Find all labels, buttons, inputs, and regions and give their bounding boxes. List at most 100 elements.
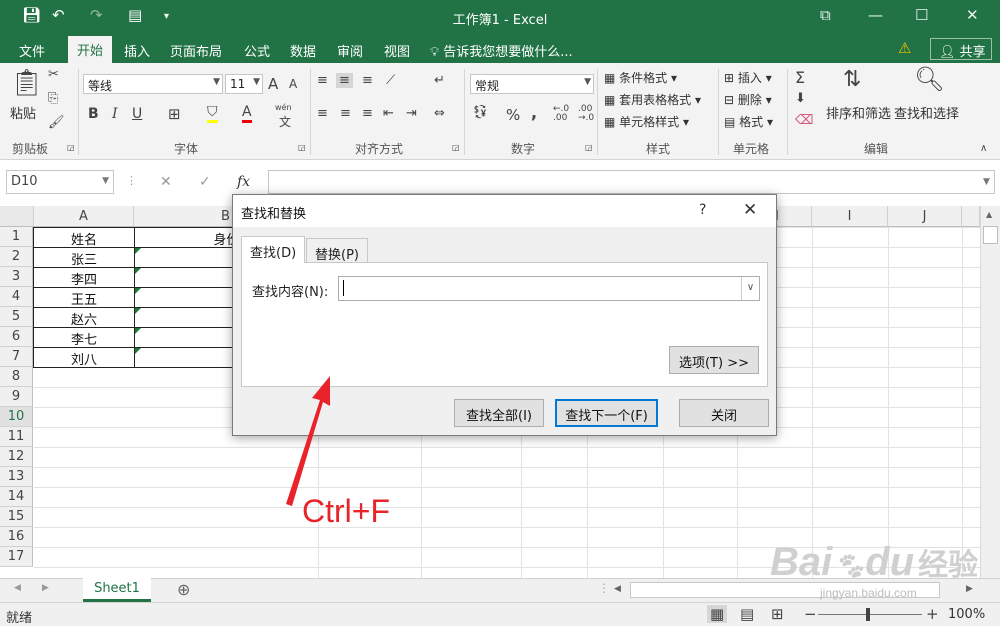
italic-button[interactable]: I bbox=[112, 106, 118, 122]
tab-file[interactable]: 文件 bbox=[19, 41, 45, 60]
cell-a1[interactable]: 姓名 bbox=[34, 227, 134, 248]
sort-filter-icon[interactable]: ⇅ bbox=[843, 67, 861, 92]
row-header[interactable]: 15 bbox=[0, 507, 33, 527]
row-header[interactable]: 9 bbox=[0, 387, 33, 407]
font-name-combo[interactable]: 等线 ▼ bbox=[83, 74, 223, 94]
row-header[interactable]: 16 bbox=[0, 527, 33, 547]
increase-indent-icon[interactable]: ⇥ bbox=[406, 106, 417, 121]
cancel-formula-icon[interactable]: ✕ bbox=[160, 174, 172, 190]
enter-formula-icon[interactable]: ✓ bbox=[199, 174, 211, 190]
grow-font-icon[interactable]: A bbox=[268, 75, 278, 93]
align-left-icon[interactable]: ≡ bbox=[317, 106, 328, 121]
maximize-icon[interactable]: ☐ bbox=[915, 6, 928, 24]
align-center-icon[interactable]: ≡ bbox=[340, 106, 351, 121]
wrap-text-icon[interactable]: ↵ bbox=[434, 73, 445, 88]
help-button[interactable]: ? bbox=[699, 202, 706, 218]
column-header[interactable]: A bbox=[34, 206, 134, 227]
row-header[interactable]: 11 bbox=[0, 427, 33, 447]
options-button[interactable]: 选项(T) >> bbox=[669, 346, 759, 374]
collapse-ribbon-icon[interactable]: ∧ bbox=[980, 143, 987, 154]
cell-styles-button[interactable]: ▦ 单元格样式 ▾ bbox=[604, 113, 689, 130]
column-header[interactable]: I bbox=[812, 206, 888, 227]
row-header[interactable]: 14 bbox=[0, 487, 33, 507]
orientation-icon[interactable]: ⟋ bbox=[386, 73, 395, 88]
tab-page-layout[interactable]: 页面布局 bbox=[170, 41, 222, 60]
next-sheet-icon[interactable]: ▶ bbox=[42, 583, 49, 593]
cell-a7[interactable]: 刘八 bbox=[34, 347, 134, 368]
tell-me-box[interactable]: 💡︎ 告诉我您想要做什么... bbox=[430, 41, 573, 60]
vertical-scrollbar[interactable]: ▲ bbox=[980, 206, 1000, 578]
font-size-combo[interactable]: 11 ▼ bbox=[225, 74, 263, 94]
alignment-launcher-icon[interactable]: ◲ bbox=[452, 143, 460, 152]
close-window-icon[interactable]: ✕ bbox=[966, 6, 979, 24]
shrink-font-icon[interactable]: A bbox=[289, 77, 297, 91]
row-header[interactable]: 7 bbox=[0, 347, 33, 367]
row-header[interactable]: 10 bbox=[0, 407, 33, 427]
clear-eraser-icon[interactable]: ⌫ bbox=[795, 113, 813, 128]
currency-icon[interactable]: 💱︎ bbox=[472, 105, 489, 120]
number-format-combo[interactable]: 常规 ▼ bbox=[470, 74, 594, 94]
ribbon-display-icon[interactable]: ⧉ bbox=[820, 6, 831, 24]
borders-icon[interactable]: ⊞ bbox=[168, 105, 181, 123]
find-select-button[interactable]: 查找和选择 bbox=[894, 103, 959, 122]
row-header[interactable]: 2 bbox=[0, 247, 33, 267]
zoom-in-button[interactable]: + bbox=[926, 605, 939, 623]
zoom-slider-track[interactable] bbox=[818, 614, 922, 615]
format-cells-button[interactable]: ▤ 格式 ▾ bbox=[724, 113, 773, 130]
decrease-decimal-button[interactable]: .00 →.0 bbox=[578, 105, 594, 123]
delete-cells-button[interactable]: ⊟ 删除 ▾ bbox=[724, 91, 772, 108]
column-header[interactable]: J bbox=[888, 206, 962, 227]
select-all-corner[interactable] bbox=[0, 206, 34, 227]
font-launcher-icon[interactable]: ◲ bbox=[298, 143, 306, 152]
comma-button[interactable]: , bbox=[531, 103, 537, 122]
cell-a3[interactable]: 李四 bbox=[34, 267, 134, 288]
format-as-table-button[interactable]: ▦ 套用表格格式 ▾ bbox=[604, 91, 701, 108]
cell-a2[interactable]: 张三 bbox=[34, 247, 134, 268]
row-header[interactable]: 8 bbox=[0, 367, 33, 387]
scroll-right-icon[interactable]: ▶ bbox=[966, 584, 973, 594]
decrease-indent-icon[interactable]: ⇤ bbox=[383, 106, 394, 121]
sheet-tab-sheet1[interactable]: Sheet1 bbox=[83, 578, 151, 602]
formula-input[interactable] bbox=[268, 170, 995, 194]
row-header[interactable]: 3 bbox=[0, 267, 33, 287]
cell-a6[interactable]: 李七 bbox=[34, 327, 134, 348]
merge-center-icon[interactable]: ⇔ bbox=[434, 106, 445, 121]
zoom-level[interactable]: 100% bbox=[948, 607, 985, 622]
bold-button[interactable]: B bbox=[88, 106, 99, 122]
fill-icon[interactable]: ⬇ bbox=[795, 91, 806, 106]
row-header[interactable]: 13 bbox=[0, 467, 33, 487]
number-launcher-icon[interactable]: ◲ bbox=[585, 143, 593, 152]
dialog-close-icon[interactable]: ✕ bbox=[743, 200, 757, 220]
find-what-input[interactable]: ∨ bbox=[338, 276, 760, 301]
tab-insert[interactable]: 插入 bbox=[124, 41, 150, 60]
insert-cells-button[interactable]: ⊞ 插入 ▾ bbox=[724, 69, 772, 86]
close-button[interactable]: 关闭 bbox=[679, 399, 769, 427]
scroll-up-icon[interactable]: ▲ bbox=[986, 210, 992, 219]
zoom-out-button[interactable]: − bbox=[804, 605, 817, 623]
phonetic-icon[interactable]: wén bbox=[275, 103, 292, 112]
tab-split-handle[interactable]: ⋮ bbox=[598, 581, 610, 595]
clipboard-launcher-icon[interactable]: ◲ bbox=[67, 143, 75, 152]
align-middle-icon[interactable]: ≡ bbox=[336, 73, 353, 88]
minimize-icon[interactable]: — bbox=[868, 6, 883, 24]
tab-review[interactable]: 审阅 bbox=[337, 41, 363, 60]
find-select-icon[interactable]: 🔍︎ bbox=[914, 65, 944, 93]
tab-view[interactable]: 视图 bbox=[384, 41, 410, 60]
row-header[interactable]: 5 bbox=[0, 307, 33, 327]
copy-icon[interactable]: ⎘ bbox=[48, 91, 58, 106]
underline-button[interactable]: U bbox=[132, 106, 142, 122]
page-layout-view-icon[interactable]: ▤ bbox=[740, 605, 754, 623]
conditional-format-button[interactable]: ▦ 条件格式 ▾ bbox=[604, 69, 677, 86]
scroll-left-icon[interactable]: ◀ bbox=[614, 584, 621, 594]
autosum-button[interactable]: Σ bbox=[795, 68, 805, 87]
scroll-thumb[interactable] bbox=[983, 226, 998, 244]
zoom-slider-thumb[interactable] bbox=[866, 608, 870, 621]
warning-icon[interactable]: ⚠ bbox=[898, 39, 911, 57]
align-right-icon[interactable]: ≡ bbox=[362, 106, 373, 121]
align-bottom-icon[interactable]: ≡ bbox=[362, 73, 373, 88]
chevron-down-icon[interactable]: ∨ bbox=[741, 277, 759, 300]
tab-data[interactable]: 数据 bbox=[290, 41, 316, 60]
find-next-button[interactable]: 查找下一个(F) bbox=[555, 399, 658, 427]
percent-button[interactable]: % bbox=[506, 106, 520, 124]
row-header[interactable]: 6 bbox=[0, 327, 33, 347]
